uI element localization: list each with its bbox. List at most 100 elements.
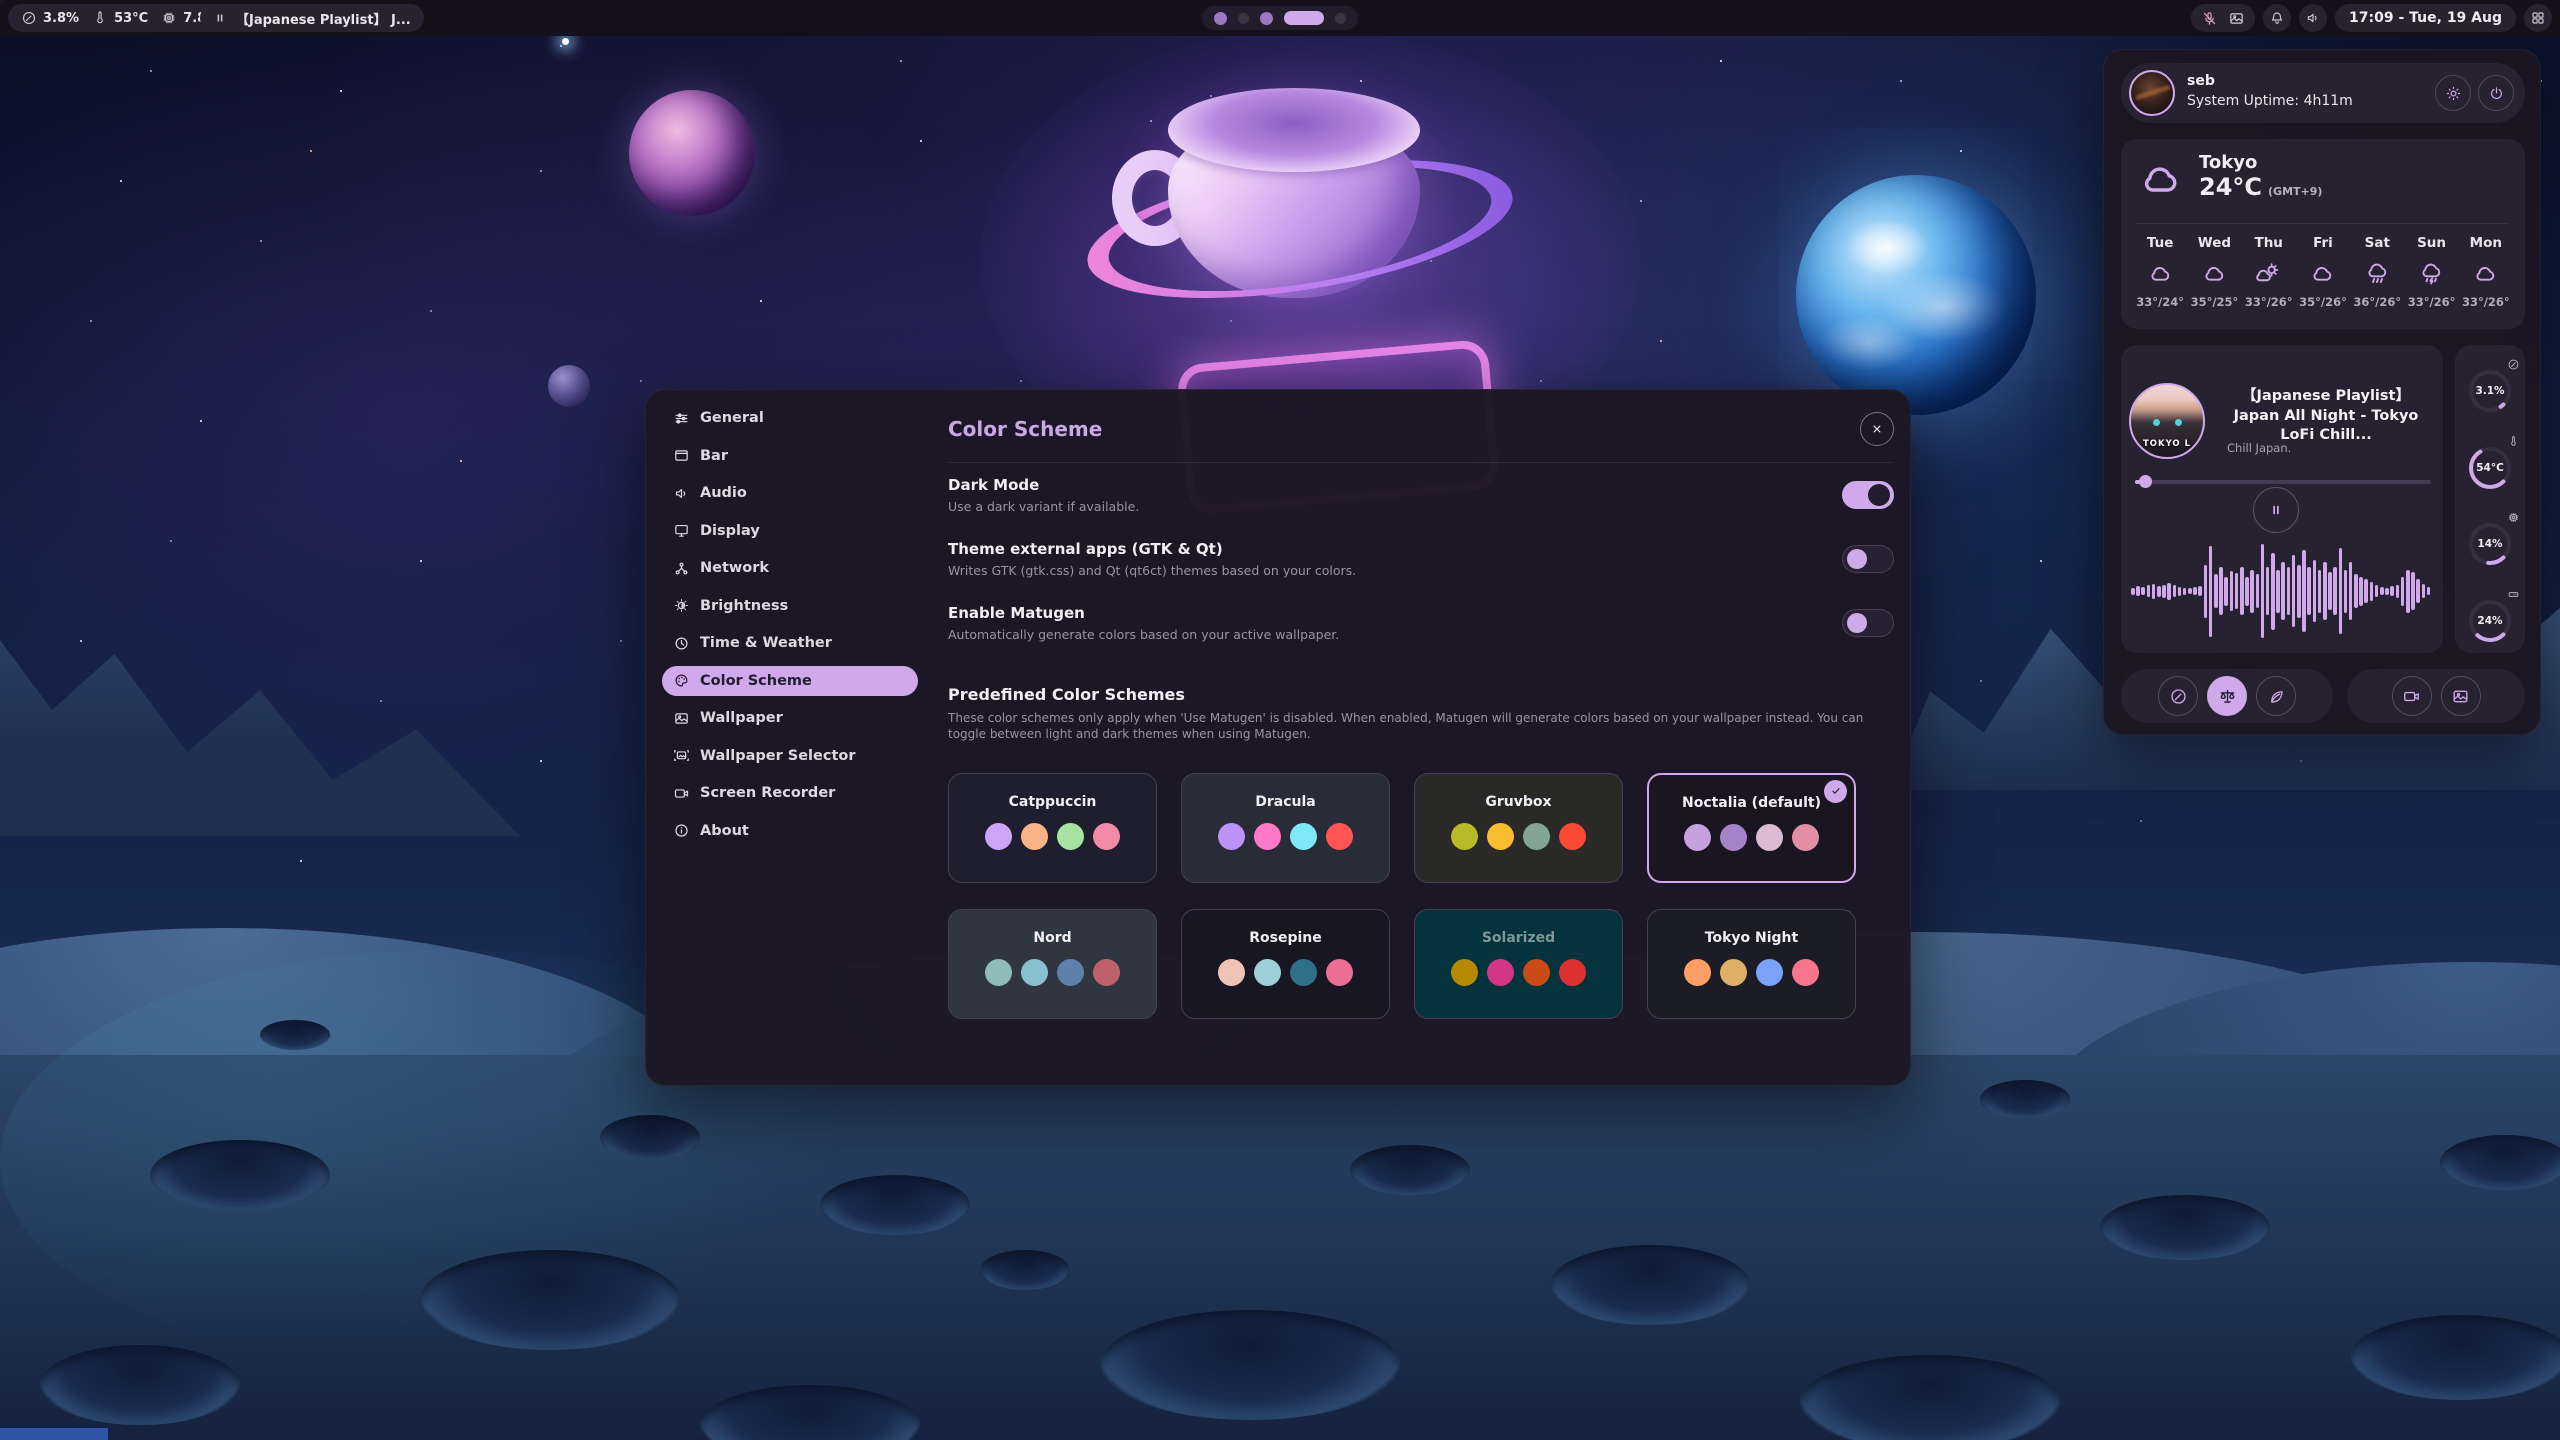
- scheme-card-tokyo-night[interactable]: Tokyo Night: [1647, 909, 1856, 1019]
- power-profile-card: [2121, 669, 2333, 723]
- sidebar-item-wallpaper-selector[interactable]: Wallpaper Selector: [662, 741, 918, 771]
- visualizer-bar: [2416, 579, 2420, 603]
- system-stat: 53°C: [92, 10, 148, 26]
- workspace-dot[interactable]: [1214, 12, 1227, 25]
- bright-star: [562, 38, 569, 45]
- visualizer-bar: [2313, 560, 2317, 622]
- sidebar-item-time-weather[interactable]: Time & Weather: [662, 628, 918, 658]
- quick-action-image[interactable]: [2441, 676, 2481, 716]
- scheme-swatches: [1415, 823, 1622, 850]
- visualizer-bar: [2385, 588, 2389, 595]
- clock-widget[interactable]: 17:09 - Tue, 19 Aug: [2335, 4, 2516, 32]
- visualizer-bar: [2188, 588, 2192, 594]
- visualizer-bar: [2204, 565, 2208, 618]
- scheme-card-nord[interactable]: Nord: [948, 909, 1157, 1019]
- workspace-dot-active[interactable]: [1284, 11, 1324, 25]
- visualizer-bar: [2209, 546, 2213, 637]
- sidebar-item-audio[interactable]: Audio: [662, 478, 918, 508]
- schemes-grid: CatppuccinDraculaGruvboxNoctalia (defaul…: [948, 773, 1894, 1019]
- scheme-card-catppuccin[interactable]: Catppuccin: [948, 773, 1157, 883]
- power-profile-gauge[interactable]: [2158, 676, 2198, 716]
- overview-button[interactable]: [2524, 4, 2552, 32]
- visualizer-bar: [2302, 550, 2306, 632]
- quick-action-videocam[interactable]: [2392, 676, 2432, 716]
- coffee-cup-rim: [1168, 88, 1420, 172]
- color-swatch: [1254, 823, 1281, 850]
- visualizer-bar: [2214, 574, 2218, 608]
- cloud-icon: [2147, 260, 2174, 287]
- sidebar-item-label: About: [700, 823, 749, 839]
- forecast-day-temps: 36°/26°: [2353, 295, 2401, 309]
- workspace-dot[interactable]: [1238, 13, 1249, 24]
- theme-external-toggle[interactable]: [1842, 545, 1894, 573]
- scheme-swatches: [1415, 959, 1622, 986]
- divider: [2137, 223, 2509, 224]
- hub-icon: [673, 560, 690, 577]
- sidebar-item-color-scheme[interactable]: Color Scheme: [662, 666, 918, 696]
- sidebar-item-label: Brightness: [700, 598, 788, 614]
- quick-actions-card: [2347, 669, 2525, 723]
- color-swatch: [1523, 823, 1550, 850]
- sidebar-item-label: Display: [700, 523, 760, 539]
- power-profile-scales[interactable]: [2207, 676, 2247, 716]
- forecast-day-name: Wed: [2198, 235, 2231, 251]
- workspace-dot[interactable]: [1335, 13, 1346, 24]
- color-swatch: [1756, 824, 1783, 851]
- gauge-value: 14%: [2466, 520, 2514, 568]
- page-title: Color Scheme: [948, 417, 1102, 441]
- matugen-toggle[interactable]: [1842, 609, 1894, 637]
- sidebar-item-screen-recorder[interactable]: Screen Recorder: [662, 778, 918, 808]
- color-swatch: [1290, 959, 1317, 986]
- progress-bar[interactable]: [2135, 475, 2431, 488]
- sidebar-item-display[interactable]: Display: [662, 516, 918, 546]
- workspace-indicator[interactable]: [1202, 6, 1358, 30]
- pause-icon: [2268, 502, 2284, 518]
- volume-button[interactable]: [2299, 4, 2327, 32]
- color-swatch: [1487, 823, 1514, 850]
- tray-toggles[interactable]: [2191, 4, 2255, 32]
- scheme-card-dracula[interactable]: Dracula: [1181, 773, 1390, 883]
- sidebar-item-bar[interactable]: Bar: [662, 441, 918, 471]
- settings-button[interactable]: [2435, 75, 2471, 111]
- sidebar-item-label: Audio: [700, 485, 747, 501]
- chip-icon: [161, 10, 177, 26]
- sidebar-item-brightness[interactable]: Brightness: [662, 591, 918, 621]
- visualizer-bar: [2167, 583, 2171, 600]
- system-gauge: 14%: [2455, 509, 2525, 579]
- images-icon: [673, 747, 690, 764]
- system-gauge: 54°C: [2455, 433, 2525, 503]
- sidebar-item-general[interactable]: General: [662, 403, 918, 433]
- close-button[interactable]: [1860, 412, 1894, 446]
- scheme-name: Nord: [949, 930, 1156, 946]
- sidebar-item-about[interactable]: About: [662, 816, 918, 846]
- notifications-button[interactable]: [2263, 4, 2291, 32]
- crater: [260, 1020, 330, 1050]
- chip-icon: [2507, 511, 2520, 524]
- workspace-dot[interactable]: [1260, 12, 1273, 25]
- crater: [980, 1250, 1070, 1290]
- section-desc: These color schemes only apply when 'Use…: [948, 711, 1878, 743]
- forecast-day: Thu33°/26°: [2242, 235, 2296, 309]
- pause-button[interactable]: [2253, 487, 2299, 533]
- color-swatch: [1021, 823, 1048, 850]
- scheme-card-gruvbox[interactable]: Gruvbox: [1414, 773, 1623, 883]
- album-caption: TOKYO L: [2131, 439, 2203, 449]
- earth-planet: [1796, 175, 2036, 415]
- scheme-card-rosepine[interactable]: Rosepine: [1181, 909, 1390, 1019]
- visualizer-bar: [2261, 544, 2265, 638]
- sidebar-item-wallpaper[interactable]: Wallpaper: [662, 703, 918, 733]
- progress-knob[interactable]: [2139, 475, 2152, 488]
- dark-mode-toggle[interactable]: [1842, 481, 1894, 509]
- scheme-card-solarized[interactable]: Solarized: [1414, 909, 1623, 1019]
- power-button[interactable]: [2478, 75, 2514, 111]
- crater: [2100, 1195, 2270, 1260]
- power-profile-leaf[interactable]: [2256, 676, 2296, 716]
- color-swatch: [1057, 823, 1084, 850]
- forecast-day-temps: 35°/25°: [2191, 295, 2239, 309]
- crater: [150, 1140, 330, 1210]
- scheme-card-noctalia-default-[interactable]: Noctalia (default): [1647, 773, 1856, 883]
- media-player-widget[interactable]: 【Japanese Playlist】 J...: [200, 4, 424, 32]
- scheme-name: Rosepine: [1182, 930, 1389, 946]
- sidebar-item-network[interactable]: Network: [662, 553, 918, 583]
- system-stats-widget[interactable]: 3.8%53°C7.8G: [8, 4, 230, 32]
